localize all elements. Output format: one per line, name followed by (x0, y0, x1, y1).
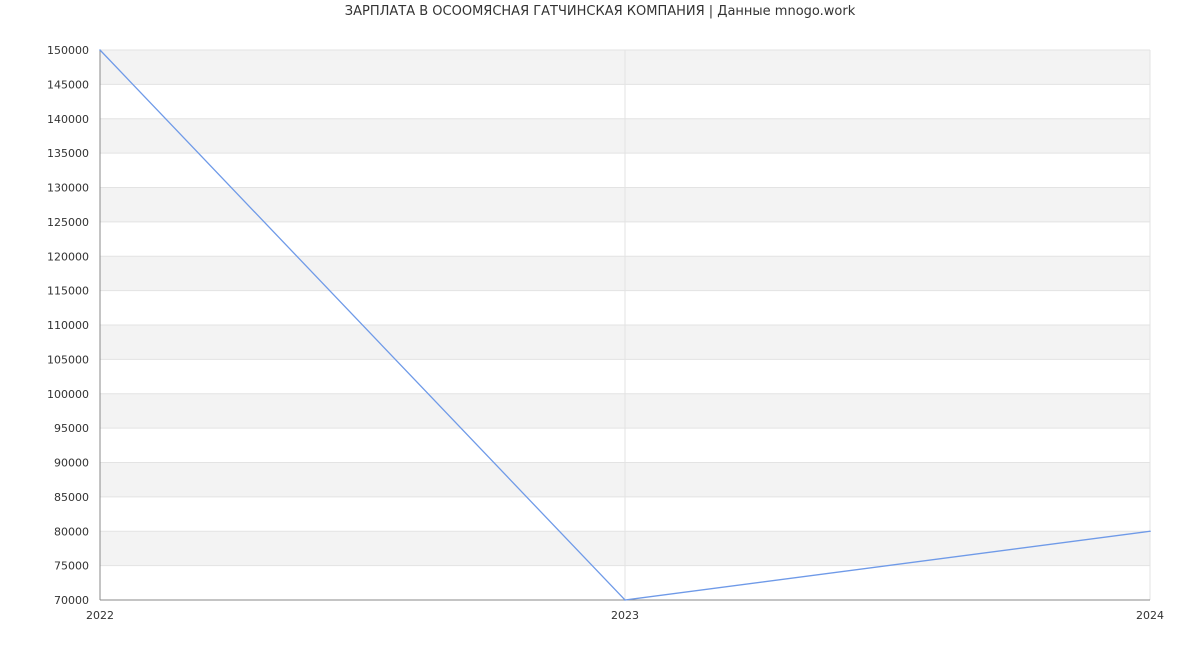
y-tick-label: 145000 (47, 78, 89, 91)
y-tick-label: 130000 (47, 182, 89, 195)
data-point (1149, 530, 1151, 533)
x-tick-label: 2024 (1136, 609, 1164, 622)
y-tick-label: 150000 (47, 44, 89, 57)
y-tick-label: 95000 (54, 422, 89, 435)
y-tick-label: 80000 (54, 525, 89, 538)
y-tick-label: 90000 (54, 457, 89, 470)
data-point (99, 49, 101, 51)
chart-title: ЗАРПЛАТА В ОСООМЯСНАЯ ГАТЧИНСКАЯ КОМПАНИ… (344, 4, 856, 19)
data-point (624, 599, 626, 601)
x-tick-label: 2022 (86, 609, 114, 622)
y-tick-label: 125000 (47, 216, 89, 229)
y-tick-label: 70000 (54, 594, 89, 607)
chart-plot: 70000 75000 80000 85000 90000 95000 100000 1050… (47, 44, 1164, 622)
y-tick-label: 140000 (47, 113, 89, 126)
y-tick-label: 110000 (47, 319, 89, 332)
y-tick-label: 75000 (54, 560, 89, 573)
y-tick-label: 100000 (47, 388, 89, 401)
salary-line-chart: ЗАРПЛАТА В ОСООМЯСНАЯ ГАТЧИНСКАЯ КОМПАНИ… (0, 0, 1200, 650)
y-tick-label: 120000 (47, 250, 89, 263)
y-tick-label: 135000 (47, 147, 89, 160)
y-tick-label: 115000 (47, 285, 89, 298)
x-tick-label: 2023 (611, 609, 639, 622)
y-tick-label: 85000 (54, 491, 89, 504)
y-tick-label: 105000 (47, 353, 89, 366)
